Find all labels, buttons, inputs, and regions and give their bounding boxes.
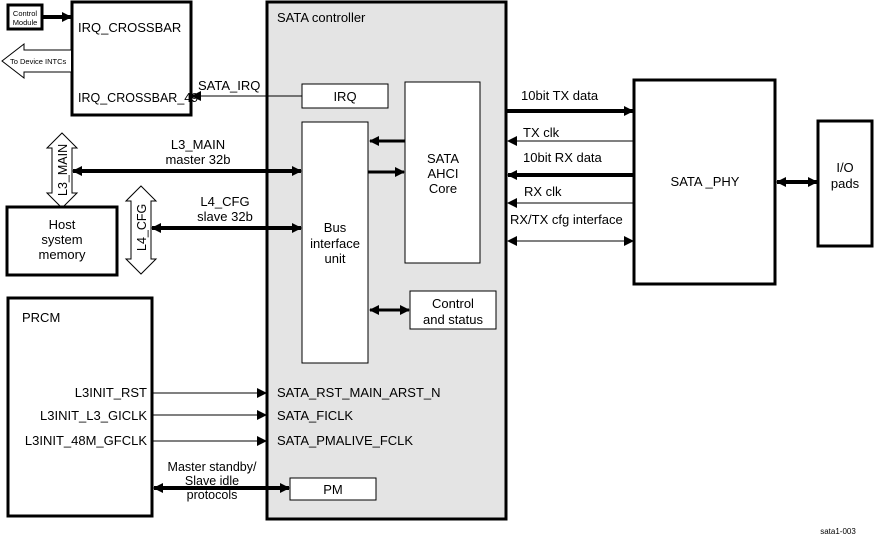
- l4-cfg-bus: L4_CFG: [124, 185, 158, 275]
- host-memory-line2: system: [41, 232, 82, 247]
- pm-block: PM: [289, 477, 377, 501]
- sata-ahci-core-block: SATA AHCI Core: [404, 81, 481, 264]
- prcm-title: PRCM: [22, 310, 60, 325]
- prcm-block: PRCM L3INIT_RST L3INIT_L3_GICLK L3INIT_4…: [6, 296, 154, 518]
- io-pads-line2: pads: [831, 176, 860, 191]
- prcm-out-48m-gfclk: L3INIT_48M_GFCLK: [25, 433, 147, 448]
- irq-crossbar-block: IRQ_CROSSBAR IRQ_CROSSBAR_49: [70, 0, 198, 117]
- pm-protocols-line1: Master standby/: [168, 460, 257, 474]
- l4-cfg-bus-label: L4_CFG: [135, 204, 149, 251]
- irq-label: IRQ: [333, 89, 356, 104]
- sata-controller-title: SATA controller: [277, 10, 366, 25]
- rx-data-label: 10bit RX data: [523, 150, 603, 165]
- pm-protocols-line2: Slave idle: [185, 474, 239, 488]
- control-status-line1: Control: [432, 296, 474, 311]
- control-module-block: Control Module: [6, 3, 44, 31]
- bus-interface-line3: unit: [325, 251, 346, 266]
- io-pads-line1: I/O: [836, 160, 853, 175]
- l4-cfg-label-2: slave 32b: [197, 209, 253, 224]
- irq-block: IRQ: [301, 83, 389, 109]
- ahci-line1: SATA: [427, 151, 459, 166]
- l3-main-bus: L3_MAIN: [45, 132, 79, 209]
- l3-main-label-2: master 32b: [165, 152, 230, 167]
- rx-clk-label: RX clk: [524, 184, 562, 199]
- bus-interface-line2: interface: [310, 236, 360, 251]
- host-memory-line3: memory: [39, 247, 86, 262]
- l3-main-bus-label: L3_MAIN: [56, 144, 70, 196]
- host-memory-line1: Host: [49, 217, 76, 232]
- cfg-interface-label: RX/TX cfg interface: [510, 212, 623, 227]
- to-device-intcs-label: To Device INTCs: [10, 57, 67, 66]
- ahci-line3: Core: [429, 181, 457, 196]
- figure-id: sata1-003: [820, 527, 856, 536]
- pm-label: PM: [323, 482, 343, 497]
- control-status-line2: and status: [423, 312, 483, 327]
- l3-main-label-1: L3_MAIN: [171, 137, 225, 152]
- to-device-intcs-arrow: To Device INTCs: [1, 42, 71, 80]
- pm-protocols-line3: protocols: [187, 488, 238, 502]
- host-system-memory-block: Host system memory: [5, 205, 119, 277]
- sata-phy-label: SATA _PHY: [671, 174, 740, 189]
- prcm-out-l3-giclk: L3INIT_L3_GICLK: [40, 408, 147, 423]
- ahci-line2: AHCI: [427, 166, 458, 181]
- sata-phy-block: SATA _PHY: [632, 78, 777, 286]
- io-pads-block: I/O pads: [816, 119, 874, 248]
- bus-interface-line1: Bus: [324, 220, 347, 235]
- sata-irq-label: SATA_IRQ: [198, 78, 260, 93]
- prcm-out-rst: L3INIT_RST: [75, 385, 147, 400]
- l4-cfg-label-1: L4_CFG: [200, 194, 249, 209]
- tx-clk-label: TX clk: [523, 125, 560, 140]
- control-module-line2: Module: [13, 18, 38, 27]
- sata-block-diagram: SATA controller IRQ Bus interface unit S…: [1, 0, 874, 536]
- input-sata-pmalive: SATA_PMALIVE_FCLK: [277, 433, 413, 448]
- tx-data-label: 10bit TX data: [521, 88, 599, 103]
- input-sata-ficlk: SATA_FICLK: [277, 408, 353, 423]
- control-module-line1: Control: [13, 9, 38, 18]
- irq-crossbar-title: IRQ_CROSSBAR: [78, 20, 181, 35]
- bus-interface-unit-block: Bus interface unit: [301, 121, 369, 364]
- control-and-status-block: Control and status: [409, 290, 497, 330]
- irq-crossbar-port: IRQ_CROSSBAR_49: [78, 91, 198, 105]
- input-sata-rst: SATA_RST_MAIN_ARST_N: [277, 385, 441, 400]
